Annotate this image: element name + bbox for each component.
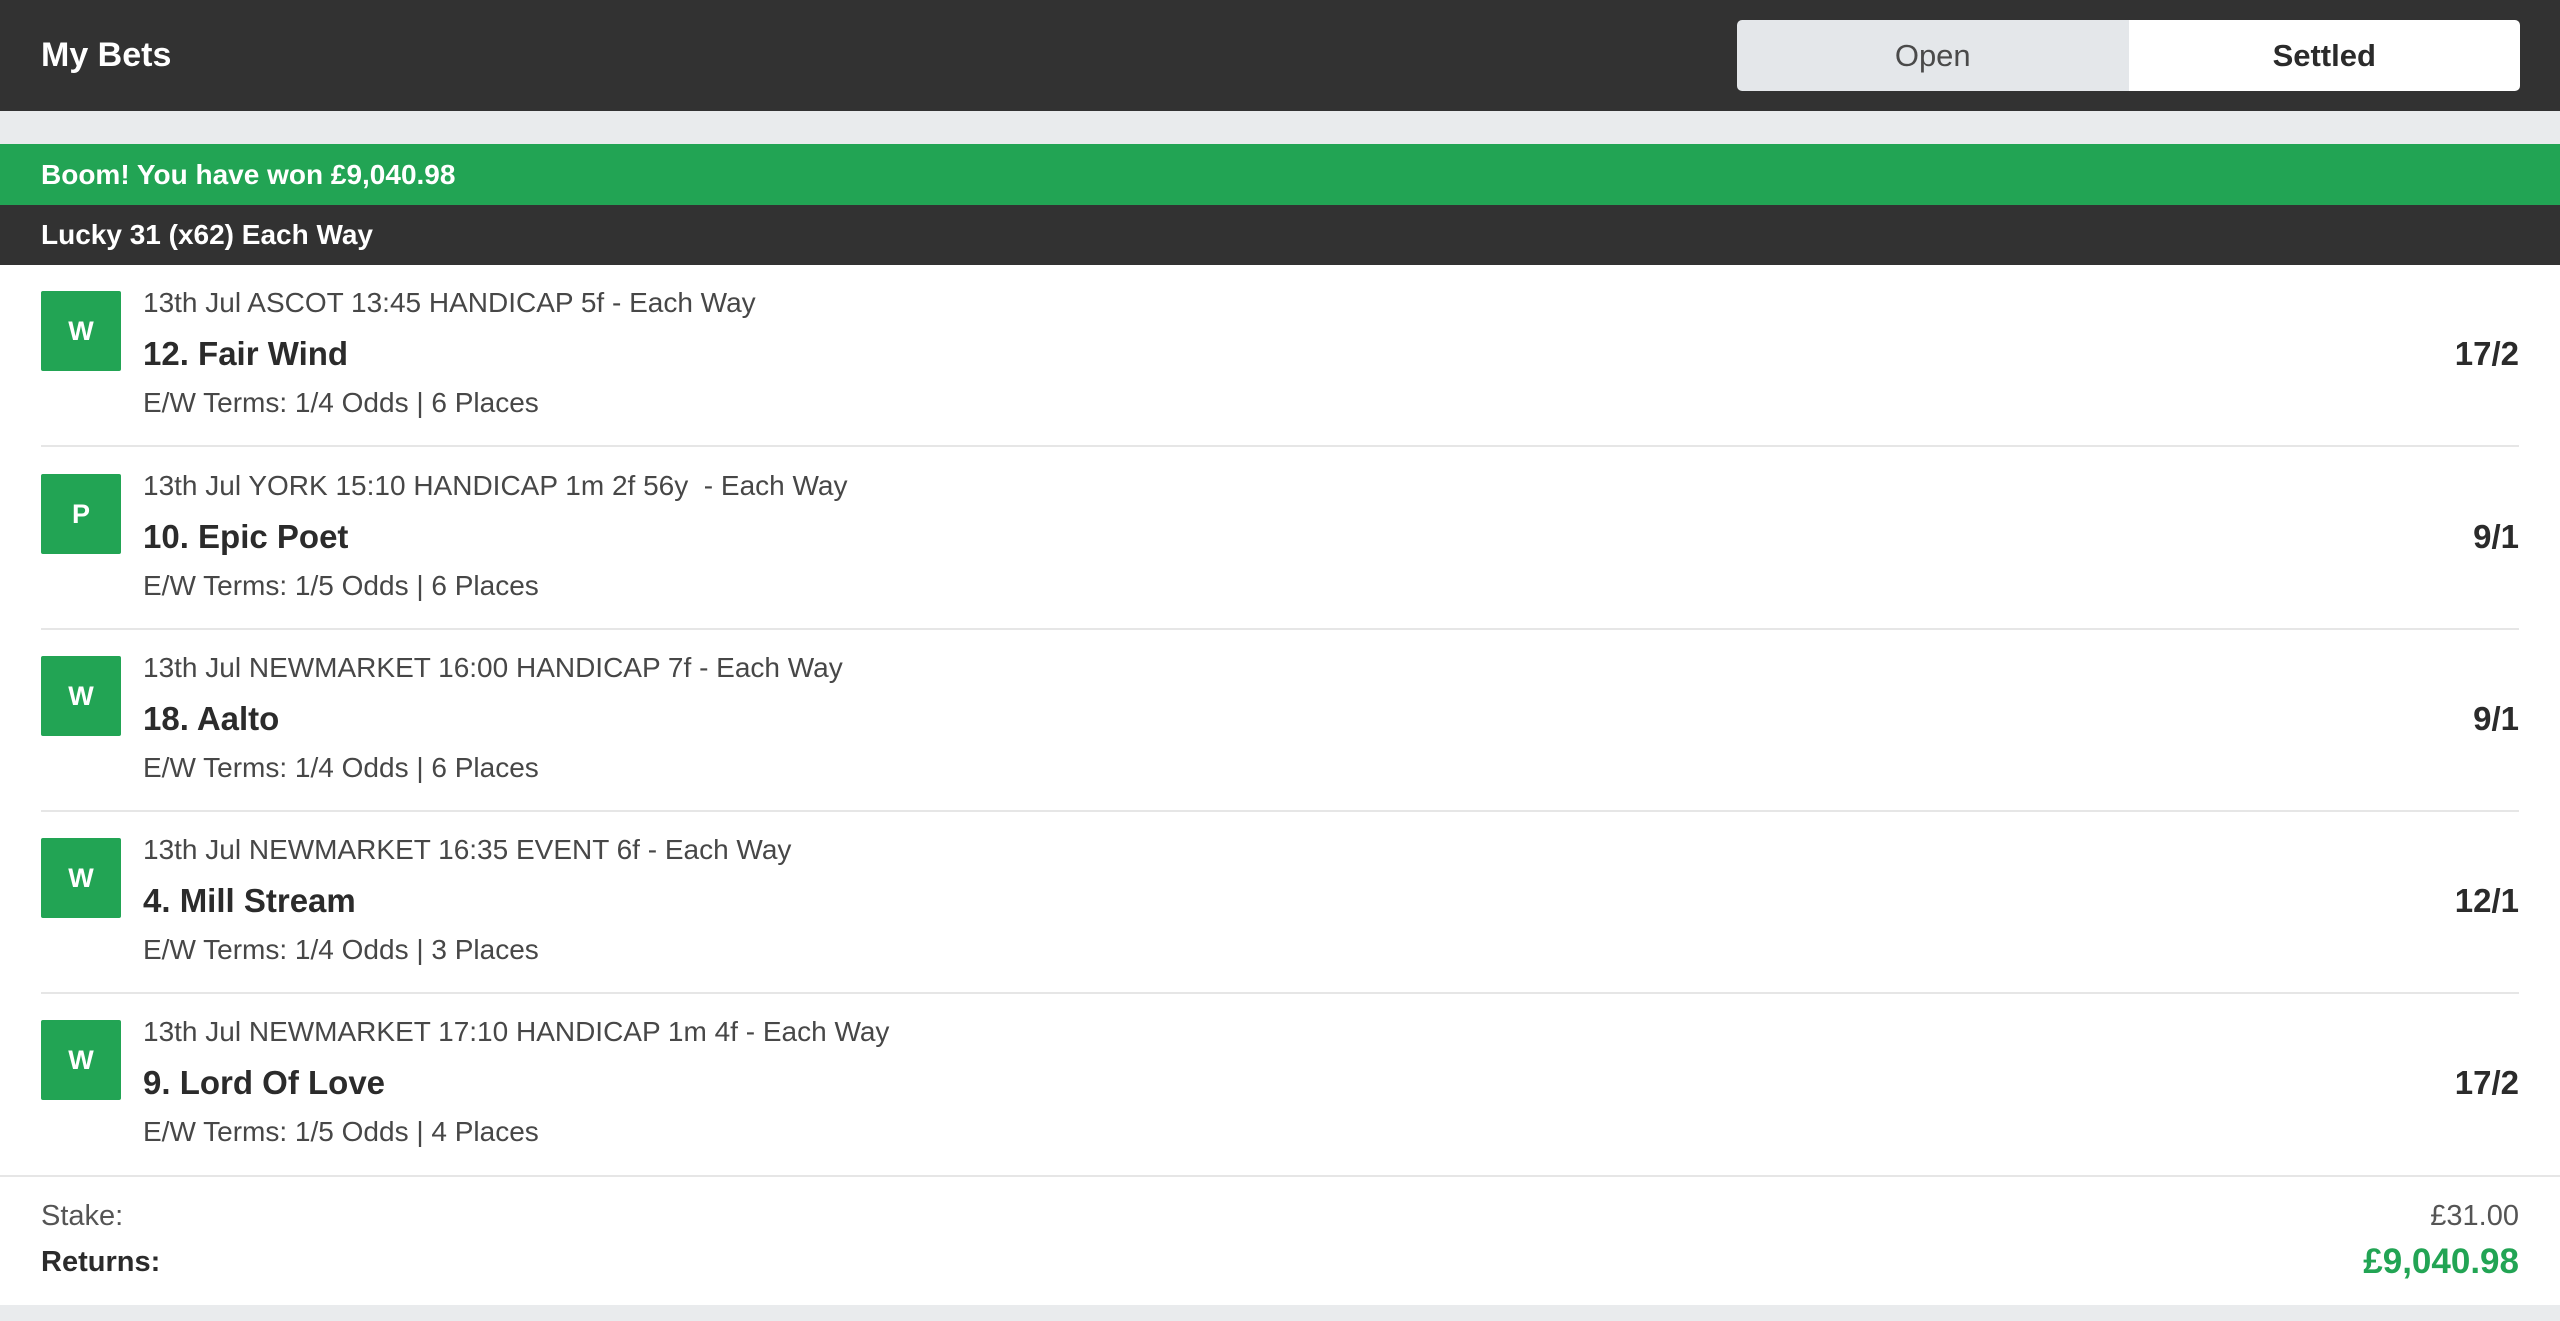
runner-name: 12. Fair Wind: [143, 335, 349, 372]
ew-terms: E/W Terms: 1/4 Odds | 3 Places: [143, 934, 539, 965]
bet-status-tabs: Open Settled: [1737, 20, 2520, 91]
selection-row: W 13th Jul ASCOT 13:45 HANDICAP 5f - Eac…: [0, 265, 2560, 447]
win-message: Boom! You have won £9,040.98: [41, 159, 456, 190]
result-badge-win: W: [41, 656, 121, 736]
ew-terms: E/W Terms: 1/4 Odds | 6 Places: [143, 387, 539, 418]
stake-label: Stake:: [41, 1200, 124, 1232]
race-info: 13th Jul YORK 15:10 HANDICAP 1m 2f 56y -…: [143, 470, 848, 501]
selection-row: W 13th Jul NEWMARKET 16:00 HANDICAP 7f -…: [0, 630, 2560, 812]
tab-settled[interactable]: Settled: [2128, 20, 2520, 91]
selection-row: P 13th Jul YORK 15:10 HANDICAP 1m 2f 56y…: [0, 448, 2560, 630]
row-divider: [41, 445, 2519, 447]
page-title: My Bets: [41, 36, 172, 74]
runner-name: 18. Aalto: [143, 700, 280, 737]
result-badge-place: P: [41, 474, 121, 554]
odds: 9/1: [2473, 518, 2519, 555]
ew-terms: E/W Terms: 1/5 Odds | 6 Places: [143, 570, 539, 601]
app-header: My Bets Open Settled: [0, 0, 2560, 111]
stake-value: £31.00: [2430, 1200, 2519, 1232]
race-info: 13th Jul NEWMARKET 17:10 HANDICAP 1m 4f …: [143, 1016, 890, 1047]
win-banner: Boom! You have won £9,040.98: [0, 144, 2560, 205]
result-badge-win: W: [41, 838, 121, 918]
bet-card: W 13th Jul ASCOT 13:45 HANDICAP 5f - Eac…: [0, 265, 2560, 1305]
race-info: 13th Jul NEWMARKET 16:00 HANDICAP 7f - E…: [143, 652, 843, 683]
race-info: 13th Jul NEWMARKET 16:35 EVENT 6f - Each…: [143, 834, 792, 865]
race-info: 13th Jul ASCOT 13:45 HANDICAP 5f - Each …: [143, 287, 756, 318]
returns-value: £9,040.98: [2363, 1242, 2519, 1281]
bet-type-header: Lucky 31 (x62) Each Way: [0, 205, 2560, 265]
bet-type-label: Lucky 31 (x62) Each Way: [41, 219, 374, 250]
runner-name: 10. Epic Poet: [143, 518, 349, 555]
odds: 17/2: [2454, 335, 2519, 372]
selection-row: W 13th Jul NEWMARKET 17:10 HANDICAP 1m 4…: [0, 994, 2560, 1176]
summary-divider: [0, 1175, 2560, 1177]
odds: 9/1: [2473, 700, 2519, 737]
result-badge-win: W: [41, 1020, 121, 1100]
result-badge-win: W: [41, 291, 121, 371]
runner-name: 4. Mill Stream: [143, 882, 356, 919]
runner-name: 9. Lord Of Love: [143, 1064, 386, 1101]
ew-terms: E/W Terms: 1/4 Odds | 6 Places: [143, 752, 539, 783]
odds: 12/1: [2454, 882, 2519, 919]
ew-terms: E/W Terms: 1/5 Odds | 4 Places: [143, 1116, 539, 1147]
odds: 17/2: [2454, 1064, 2519, 1101]
selection-row: W 13th Jul NEWMARKET 16:35 EVENT 6f - Ea…: [0, 812, 2560, 994]
returns-label: Returns:: [41, 1246, 161, 1278]
tab-open[interactable]: Open: [1737, 20, 2129, 91]
